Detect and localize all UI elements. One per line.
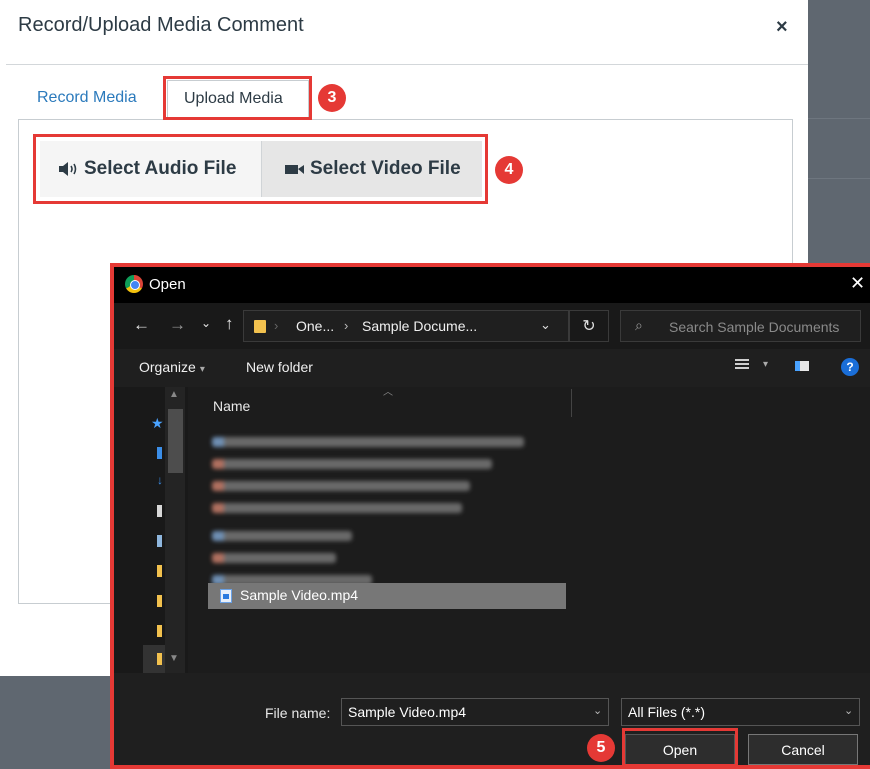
annotation-badge-5: 5 <box>587 734 615 762</box>
annotation-box-select-buttons <box>33 134 488 204</box>
annotation-box-open-dialog <box>110 263 870 769</box>
page-backdrop-bottom <box>0 676 120 769</box>
annotation-box-open-button <box>622 728 738 767</box>
close-icon[interactable]: × <box>776 16 788 39</box>
screen: Record/Upload Media Comment × Record Med… <box>0 0 870 769</box>
annotation-badge-4: 4 <box>495 156 523 184</box>
annotation-box-upload-tab <box>163 76 312 120</box>
tab-record-media[interactable]: Record Media <box>37 89 137 107</box>
annotation-badge-3: 3 <box>318 84 346 112</box>
modal-divider <box>6 64 808 65</box>
modal-title: Record/Upload Media Comment <box>18 14 304 36</box>
